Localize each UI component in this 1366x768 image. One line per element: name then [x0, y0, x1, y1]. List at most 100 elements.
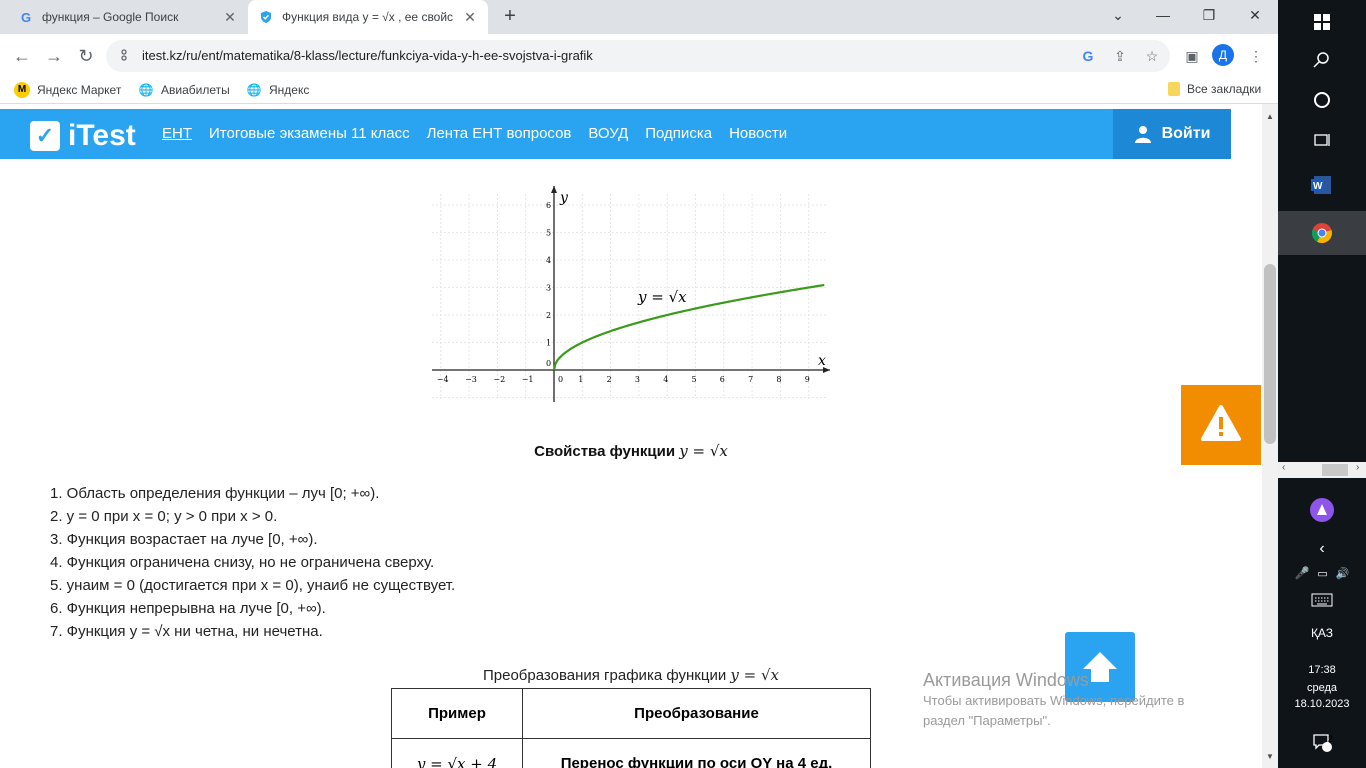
checkmark-icon: ✓: [30, 121, 60, 151]
task-view-icon[interactable]: [1278, 118, 1366, 162]
menu-item-exams[interactable]: Итоговые экзамены 11 класс: [209, 125, 410, 142]
x-tick-label: 9: [805, 375, 810, 384]
scroll-thumb[interactable]: [1322, 464, 1348, 476]
url-text[interactable]: itest.kz/ru/ent/matematika/8-klass/lectu…: [142, 48, 593, 63]
market-icon: M: [14, 82, 30, 98]
tab-google-search[interactable]: G функция – Google Поиск ✕: [8, 0, 248, 34]
login-button[interactable]: Войти: [1113, 109, 1231, 159]
x-tick-label: −3: [465, 375, 477, 384]
globe-icon: 🌐: [138, 83, 154, 97]
keyboard-icon[interactable]: [1278, 578, 1366, 622]
x-tick-label: 1: [578, 375, 583, 384]
chrome-icon[interactable]: [1278, 211, 1366, 255]
google-icon: G: [20, 9, 32, 25]
menu-item-ent[interactable]: ЕНТ: [162, 125, 192, 142]
site-info-icon[interactable]: [118, 48, 132, 64]
warning-icon: [1201, 405, 1241, 441]
column-header: Преобразование: [522, 688, 871, 739]
menu-item-voud[interactable]: ВОУД: [588, 125, 628, 142]
search-icon[interactable]: [1278, 38, 1366, 82]
menu-item-subscription[interactable]: Подписка: [645, 125, 712, 142]
chevron-down-icon[interactable]: ⌄: [1095, 0, 1141, 30]
address-bar[interactable]: itest.kz/ru/ent/matematika/8-klass/lectu…: [106, 40, 1170, 72]
new-tab-button[interactable]: +: [498, 4, 522, 28]
menu-dots-icon[interactable]: ⋮: [1246, 46, 1266, 66]
watermark-title: Активация Windows: [923, 670, 1089, 690]
heading-text: Свойства функции: [534, 443, 680, 460]
tab-title: Функция вида y = √x , ее свойс: [282, 10, 454, 24]
notification-count: 2: [1328, 734, 1334, 744]
property-item: 1. Область определения функции – луч [0;…: [50, 485, 380, 502]
toolbar: ← → ↻ itest.kz/ru/ent/matematika/8-klass…: [0, 34, 1278, 78]
table-row: y = √x + 4 Перенос функции по оси OY на …: [391, 738, 871, 768]
watermark-line: раздел "Параметры".: [923, 713, 1051, 728]
forward-button[interactable]: →: [42, 44, 66, 68]
scroll-thumb[interactable]: [1264, 264, 1276, 444]
y-tick-label: 4: [546, 256, 551, 265]
scroll-left-arrow[interactable]: ‹: [1282, 462, 1285, 473]
all-bookmarks-label: Все закладки: [1187, 82, 1262, 96]
y-axis-label: y: [559, 190, 569, 206]
x-tick-label: 5: [692, 375, 697, 384]
alice-icon[interactable]: [1278, 488, 1366, 532]
reload-button[interactable]: ↻: [74, 44, 98, 68]
y-tick-label: 3: [546, 284, 551, 293]
close-icon[interactable]: ✕: [222, 9, 238, 26]
itest-logo[interactable]: ✓ iTest: [30, 119, 136, 153]
scroll-right-arrow[interactable]: ›: [1356, 462, 1359, 473]
table-cell: y = √x + 4: [391, 738, 523, 768]
tab-itest[interactable]: Функция вида y = √x , ее свойс ✕: [248, 0, 488, 34]
google-lens-icon[interactable]: G: [1078, 46, 1098, 66]
globe-icon: 🌐: [246, 83, 262, 97]
notification-center-icon[interactable]: 2: [1278, 720, 1366, 764]
minimize-button[interactable]: —: [1140, 0, 1186, 30]
clock-time[interactable]: 17:38: [1278, 664, 1366, 676]
bookmark-yandex-market[interactable]: M Яндекс Маркет: [14, 82, 121, 98]
bookmark-label: Яндекс Маркет: [37, 83, 122, 97]
bookmark-yandex[interactable]: 🌐 Яндекс: [246, 82, 310, 98]
bookmark-star-icon[interactable]: ☆: [1142, 46, 1162, 66]
properties-list: 1. Область определения функции – луч [0;…: [50, 484, 455, 645]
svg-text:W: W: [1313, 181, 1323, 192]
share-icon[interactable]: ⇪: [1110, 46, 1130, 66]
watermark-line: Чтобы активировать Windows, перейдите в: [923, 693, 1185, 708]
back-button[interactable]: ←: [10, 44, 34, 68]
restore-button[interactable]: ❐: [1186, 0, 1232, 30]
x-tick-label: 6: [720, 375, 725, 384]
x-tick-label: −2: [493, 375, 505, 384]
y-tick-label: 1: [546, 339, 551, 348]
windows-taskbar: W ‹ 🎤 ▭ 🔊 ҚАЗ 17:38 среда 18.10.2023 2: [1278, 0, 1366, 768]
x-tick-label: −1: [522, 375, 534, 384]
property-item: 5. yнаим = 0 (достигается при x = 0), yн…: [50, 577, 456, 594]
x-axis-label: x: [818, 353, 826, 369]
language-indicator[interactable]: ҚАЗ: [1278, 626, 1366, 640]
horizontal-scrollbar[interactable]: ‹ ›: [1278, 462, 1366, 478]
menu-item-feed[interactable]: Лента ЕНТ вопросов: [427, 125, 572, 142]
x-tick-label: 2: [607, 375, 612, 384]
all-bookmarks[interactable]: Все закладки: [1168, 82, 1261, 96]
transformations-table: Пример Преобразование y = √x + 4 Перенос…: [391, 688, 871, 768]
scroll-up-arrow[interactable]: ▲: [1265, 112, 1275, 121]
transform-title-math: y = √x: [730, 666, 779, 684]
transform-title-text: Преобразования графика функции: [483, 667, 731, 684]
side-panel-icon[interactable]: ▣: [1182, 46, 1202, 66]
site-header: ✓ iTest ЕНТ Итоговые экзамены 11 класс Л…: [0, 109, 1231, 159]
main-menu: ЕНТ Итоговые экзамены 11 класс Лента ЕНТ…: [162, 125, 787, 142]
shield-icon: [258, 9, 274, 25]
property-item: 2. y = 0 при x = 0; y > 0 при x > 0.: [50, 508, 278, 525]
report-error-button[interactable]: [1181, 385, 1261, 465]
cortana-icon[interactable]: [1278, 78, 1366, 122]
close-icon[interactable]: ✕: [462, 9, 478, 26]
page-scrollbar[interactable]: ▲ ▼: [1262, 104, 1278, 768]
menu-item-news[interactable]: Новости: [729, 125, 787, 142]
bookmark-aviabilety[interactable]: 🌐 Авиабилеты: [138, 82, 230, 98]
property-item: 6. Функция непрерывна на луче [0, +∞).: [50, 600, 326, 617]
table-cell: Перенос функции по оси OY на 4 ед.: [522, 738, 871, 768]
profile-avatar[interactable]: Д: [1212, 44, 1234, 66]
x-tick-label: 3: [635, 375, 640, 384]
close-window-button[interactable]: ✕: [1232, 0, 1278, 30]
bookmarks-bar: M Яндекс Маркет 🌐 Авиабилеты 🌐 Яндекс Вс…: [0, 78, 1278, 104]
word-icon[interactable]: W: [1278, 163, 1366, 207]
tab-bar: G функция – Google Поиск ✕ Функция вида …: [0, 0, 1278, 34]
scroll-down-arrow[interactable]: ▼: [1265, 752, 1275, 761]
